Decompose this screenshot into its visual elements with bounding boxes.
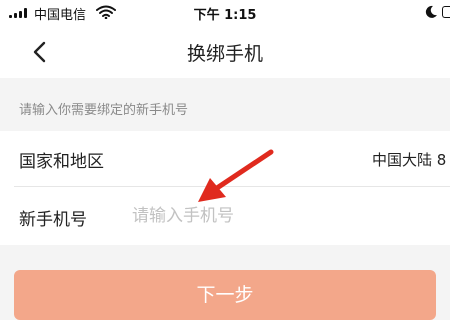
next-step-button[interactable]: 下一步: [14, 270, 436, 320]
do-not-disturb-moon-icon: [425, 5, 437, 18]
country-region-value: 中国大陆 8: [372, 151, 447, 169]
new-phone-row: 新手机号: [0, 187, 450, 245]
country-region-row[interactable]: 国家和地区 中国大陆 8: [0, 131, 450, 186]
form-hint: 请输入你需要绑定的新手机号: [19, 103, 189, 118]
status-bar: 中国电信 下午 1:15: [0, 0, 450, 26]
phone-number-input[interactable]: [132, 201, 432, 231]
status-time: 下午 1:15: [193, 8, 257, 23]
country-region-label: 国家和地区: [19, 152, 104, 172]
page-title: 换绑手机: [186, 43, 263, 65]
battery-icon: [442, 6, 450, 18]
new-phone-label: 新手机号: [19, 210, 87, 230]
nav-bar: 换绑手机: [0, 26, 450, 78]
phone-form: 国家和地区 中国大陆 8 新手机号: [0, 131, 450, 245]
back-chevron-icon[interactable]: [28, 40, 52, 64]
